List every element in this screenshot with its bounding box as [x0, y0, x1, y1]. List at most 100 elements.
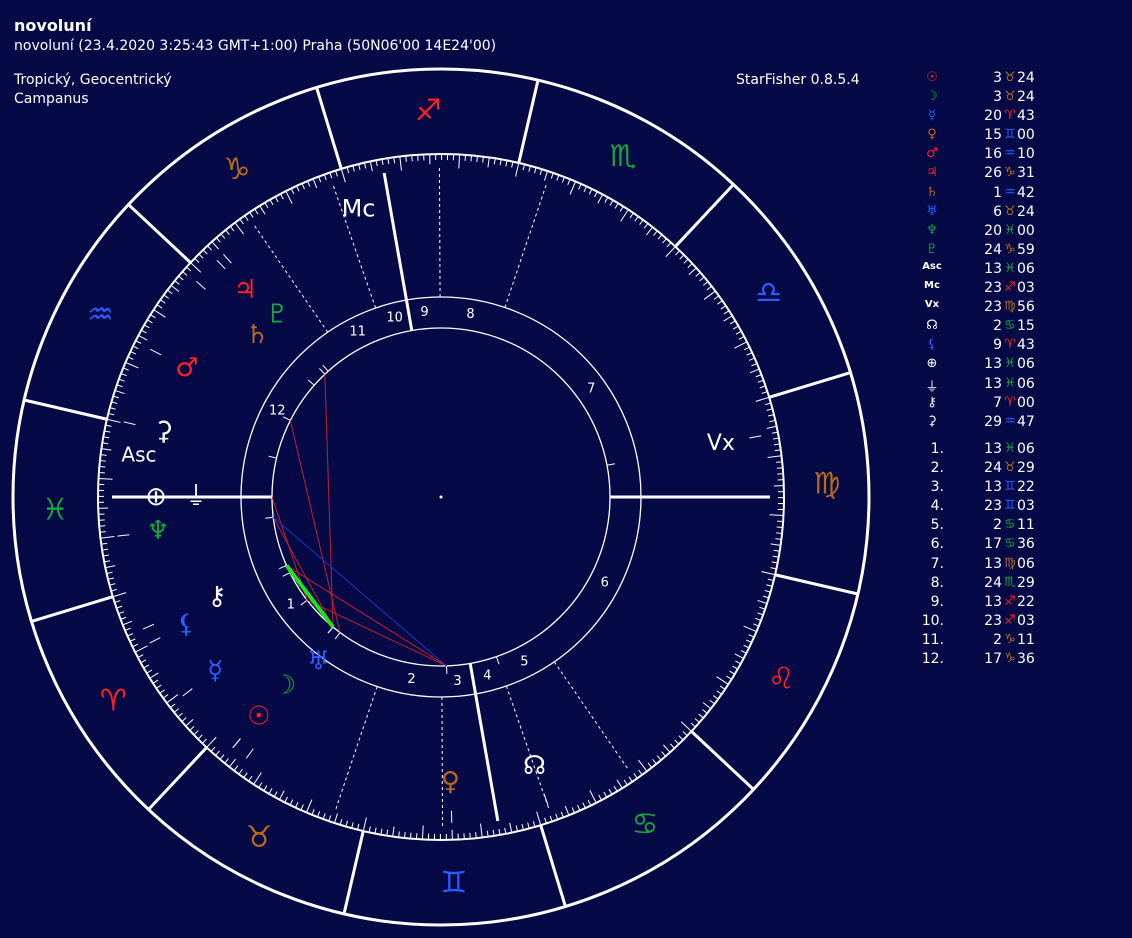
degree-tick — [127, 633, 134, 637]
planet-inner-tick — [282, 416, 291, 421]
house-degree: 2 — [993, 631, 1002, 648]
degree-tick — [127, 356, 134, 360]
planet-row: Asc 13 ♓ 06 — [918, 261, 1118, 280]
degree-tick — [761, 571, 776, 576]
degree-tick — [268, 788, 273, 794]
degree-tick — [695, 272, 701, 277]
degree-tick — [105, 424, 112, 427]
degree-tick — [211, 241, 219, 250]
house-degree: 13 — [984, 441, 1002, 457]
degree-tick — [318, 176, 322, 183]
house-row: 6. 17 ♋ 36 — [918, 536, 1118, 555]
degree-tick — [628, 776, 633, 782]
degree-tick — [762, 595, 769, 599]
degree-tick — [177, 712, 183, 718]
degree-tick — [339, 818, 343, 825]
house-number-12: 12 — [269, 403, 286, 418]
fortune-icon: ⊕ — [145, 482, 167, 512]
degree-tick — [233, 765, 239, 771]
degree-tick — [182, 271, 188, 276]
planet-minutes: 24 — [1017, 203, 1035, 220]
house-row: 8. 24 ♏ 29 — [918, 575, 1118, 594]
degree-tick — [120, 616, 127, 620]
degree-tick — [104, 560, 111, 563]
degree-tick — [499, 159, 502, 166]
degree-tick — [716, 690, 722, 695]
planet-row: ♇ 24 ♑ 59 — [918, 242, 1118, 261]
planet-pointer — [123, 421, 136, 426]
degree-tick — [116, 605, 123, 609]
neptune-icon: ♆ — [146, 516, 169, 546]
degree-tick — [723, 310, 730, 315]
house-number-3: 3 — [453, 674, 461, 689]
degree-tick — [533, 167, 537, 174]
degree-tick — [160, 299, 166, 304]
degree-tick — [687, 263, 693, 268]
degree-tick — [356, 823, 360, 830]
degree-tick — [620, 209, 629, 222]
planet-minutes: 00 — [1017, 222, 1035, 239]
degree-tick — [469, 832, 471, 839]
degree-tick — [198, 253, 204, 259]
degree-tick — [745, 639, 752, 643]
degree-tick — [280, 193, 284, 200]
degree-tick — [105, 565, 116, 569]
planet-minutes: 47 — [1017, 413, 1035, 430]
planet-row: ♅ 6 ♉ 24 — [918, 204, 1118, 223]
degree-tick — [152, 679, 159, 684]
degree-tick — [732, 665, 738, 670]
degree-tick — [99, 531, 106, 533]
degree-tick — [663, 744, 671, 753]
house-sign-icon: ♓ — [1004, 441, 1016, 456]
sign-6-icon: ♍ — [813, 467, 840, 502]
degree-tick — [375, 160, 378, 167]
degree-tick — [113, 395, 120, 399]
degree-tick — [735, 330, 742, 335]
degree-tick — [608, 788, 613, 795]
degree-tick — [369, 161, 373, 172]
house-row: 5. 2 ♋ 11 — [918, 517, 1118, 536]
degree-tick — [100, 536, 115, 539]
horoscope-wheel: ♈♉♊♋♌♍♎♏♐♑♒♓12 3 456789101112☉☽☿♀♂♃♄♅♆♇Vx☊… — [11, 67, 871, 927]
house-sign-icon: ♐ — [1004, 593, 1016, 609]
degree-tick — [751, 363, 758, 367]
degree-tick — [114, 389, 125, 395]
degree-tick — [674, 739, 680, 745]
degree-tick — [634, 216, 639, 222]
degree-tick — [653, 230, 658, 236]
planet-minutes: 00 — [1017, 127, 1035, 144]
planet-degree: 13 — [984, 356, 1002, 373]
planet-row: ♀ 15 ♊ 00 — [918, 127, 1118, 146]
degree-tick — [116, 384, 123, 388]
planet-row: ☽ 3 ♉ 24 — [918, 89, 1118, 108]
house-degree: 24 — [984, 460, 1002, 477]
degree-tick — [623, 779, 628, 786]
neptune-icon: ♆ — [926, 222, 938, 238]
jupiter-icon: ♃ — [926, 165, 938, 181]
planet-minutes: 43 — [1017, 337, 1035, 354]
planet-inner-tick — [282, 572, 291, 577]
planet-inner-tick — [606, 463, 615, 466]
degree-tick — [661, 751, 666, 757]
degree-tick — [712, 695, 719, 700]
house-sign-icon: ♐ — [1004, 612, 1016, 628]
degree-tick — [216, 237, 221, 243]
degree-tick — [759, 385, 766, 389]
degree-tick — [101, 448, 112, 451]
degree-tick — [322, 813, 326, 820]
sign-divider — [774, 573, 859, 596]
degree-tick — [141, 329, 147, 334]
midheaven-icon: Mc — [924, 280, 940, 292]
house-number-4: 4 — [483, 669, 491, 684]
planet-inner-tick — [300, 599, 308, 606]
degree-tick — [723, 315, 733, 322]
planet-row: Mc 23 ♐ 03 — [918, 280, 1118, 299]
degree-tick — [759, 606, 766, 610]
degree-tick — [657, 234, 663, 240]
degree-tick — [749, 368, 760, 374]
jupiter-icon: ♃ — [233, 275, 256, 305]
venus-icon: ♀ — [441, 767, 460, 797]
degree-tick — [521, 824, 524, 831]
planet-degree: 23 — [984, 280, 1002, 297]
degree-tick — [757, 379, 764, 383]
